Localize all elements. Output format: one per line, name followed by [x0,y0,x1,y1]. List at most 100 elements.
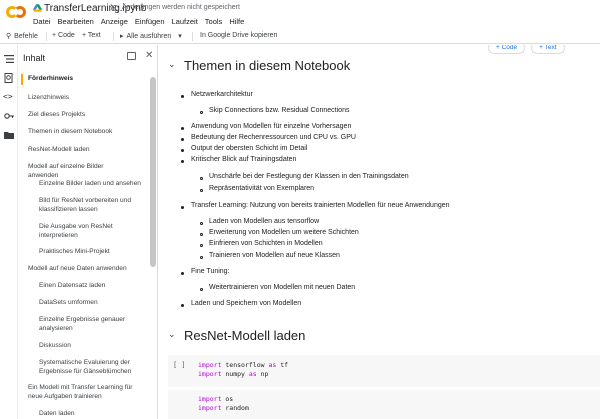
menu-tools[interactable]: Tools [205,17,223,26]
folder-icon[interactable] [4,130,14,140]
toc-item[interactable]: Ein Modell mit Transfer Learning für neu… [28,384,133,401]
code-cell[interactable]: import os import random [168,390,600,419]
toc-item[interactable]: Einzelne Bilder laden und ansehen [39,180,144,189]
bullet [181,149,184,152]
bullet [200,189,203,192]
search-icon[interactable] [4,73,14,83]
table-of-contents-panel: Inhalt ✕ Förderhinweis Lizenzhinweis Zie… [18,45,158,419]
app-header: TransferLearning.ipynb Änderungen werden… [0,0,600,30]
side-icon-bar: <> [0,45,18,419]
menu-file[interactable]: Datei [33,17,51,26]
commands-button[interactable]: ⚲ Befehle [6,32,38,41]
bullet [200,288,203,291]
insert-text-cell-button[interactable]: + Text [531,45,565,54]
toc-item[interactable]: Lizenzhinweis [28,94,133,103]
add-code-button[interactable]: + Code [52,32,75,39]
list-item: Laden von Modellen aus tensorflow [209,218,320,225]
run-cell-button[interactable]: [ ] [173,361,186,369]
bullet [200,177,203,180]
toolbar: ⚲ Befehle + Code + Text ▸ Alle ausführen… [0,30,600,44]
bullet [200,233,203,236]
menu-view[interactable]: Anzeige [101,17,128,26]
toc-item[interactable]: Praktisches Mini-Projekt [39,248,144,257]
code-line: import random [198,404,249,412]
search-icon: ⚲ [6,33,12,40]
list-item: Output der obersten Schicht im Detail [191,145,308,152]
code-cell[interactable]: [ ] import tensorflow as tf import numpy… [168,355,600,387]
toc-item[interactable]: Die Ausgabe von ResNet interpretieren [39,223,144,240]
colab-logo-icon[interactable] [6,6,26,18]
toc-item[interactable]: Systematische Evaluierung der Ergebnisse… [39,359,144,376]
no-save-icon [110,4,119,12]
bullet [181,206,184,209]
toc-item[interactable]: Ziel dieses Projekts [28,111,133,120]
toc-item[interactable]: Themen in diesem Notebook [28,128,133,137]
code-line: import os [198,395,234,403]
collapse-section-icon[interactable]: ⌄ [168,59,176,70]
toc-item[interactable]: ResNet-Modell laden [28,146,133,155]
section-heading: Themen in diesem Notebook [184,58,351,73]
toc-item[interactable]: Diskussion [39,342,144,351]
toc-item[interactable]: DataSets umformen [39,299,144,308]
close-icon[interactable]: ✕ [145,50,153,61]
toc-item[interactable]: Daten laden [39,410,144,419]
code-snippets-icon[interactable]: <> [3,92,13,102]
play-icon: ▸ [120,33,124,40]
collapse-section-icon[interactable]: ⌄ [168,329,176,340]
bullet [200,244,203,247]
list-item: Bedeutung der Rechenressourcen und CPU v… [191,134,356,141]
toc-item[interactable]: Förderhinweis [28,75,133,84]
divider [46,32,47,41]
add-text-button[interactable]: + Text [82,32,101,39]
toc-scrollbar[interactable] [150,77,156,267]
bullet [181,304,184,307]
list-item: Skip Connections bzw. Residual Connectio… [209,107,350,114]
active-indicator [21,74,23,85]
section-heading: ResNet-Modell laden [184,328,306,343]
list-item: Laden und Speichern von Modellen [191,300,302,307]
panel-header: Inhalt ✕ [18,45,157,69]
toc-item[interactable]: Einzelne Ergebnisse genauer analysieren [39,316,144,333]
code-line: import numpy as np [198,370,269,378]
menu-edit[interactable]: Bearbeiten [58,17,94,26]
bullet [181,95,184,98]
bullet [200,222,203,225]
menu-insert[interactable]: Einfügen [135,17,165,26]
key-icon[interactable] [4,111,14,121]
list-item: Netzwerkarchitektur [191,91,253,98]
insert-code-cell-button[interactable]: + Code [488,45,526,54]
chevron-down-icon: ▾ [178,33,182,40]
divider [113,32,114,41]
toc-item[interactable]: Modell auf neue Daten anwenden [28,265,133,274]
list-item: Trainieren von Modellen auf neue Klassen [209,252,340,259]
bullet [181,272,184,275]
panel-title: Inhalt [23,53,46,63]
open-in-tab-icon[interactable] [127,52,136,60]
toc-icon[interactable] [4,54,14,64]
list-item: Einfrieren von Schichten in Modellen [209,240,323,247]
save-status: Änderungen werden nicht gespeichert [122,4,240,11]
bullet [181,127,184,130]
cell-actions: + Code + Text [488,45,565,54]
list-item: Kritischer Blick auf Trainingsdaten [191,156,297,163]
bullet [200,256,203,259]
menu-help[interactable]: Hilfe [229,17,244,26]
bullet [181,138,184,141]
run-all-button[interactable]: ▸ Alle ausführen ▾ [120,32,182,41]
menu-runtime[interactable]: Laufzeit [172,17,198,26]
notebook-content: + Code + Text ⌄ Themen in diesem Noteboo… [158,45,600,419]
toc-item[interactable]: Bild für ResNet vorbereiten und klassifi… [39,197,144,214]
toc-item[interactable]: Modell auf einzelne Bilder anwenden [28,163,133,180]
divider [192,32,193,41]
bullet [200,111,203,114]
list-item: Weitertrainieren von Modellen mit neuen … [209,284,356,291]
list-item: Transfer Learning: Nutzung von bereits t… [191,202,450,209]
copy-to-drive-button[interactable]: In Google Drive kopieren [200,32,277,39]
menu-bar: Datei Bearbeiten Anzeige Einfügen Laufze… [33,17,244,26]
list-item: Fine Tuning: [191,268,230,275]
list-item: Repräsentativität von Exemplaren [209,185,315,192]
drive-icon [33,4,42,12]
toc-item[interactable]: Einen Datensatz laden [39,282,144,291]
list-item: Anwendung von Modellen für einzelne Vorh… [191,123,352,130]
code-line: import tensorflow as tf [198,361,289,369]
